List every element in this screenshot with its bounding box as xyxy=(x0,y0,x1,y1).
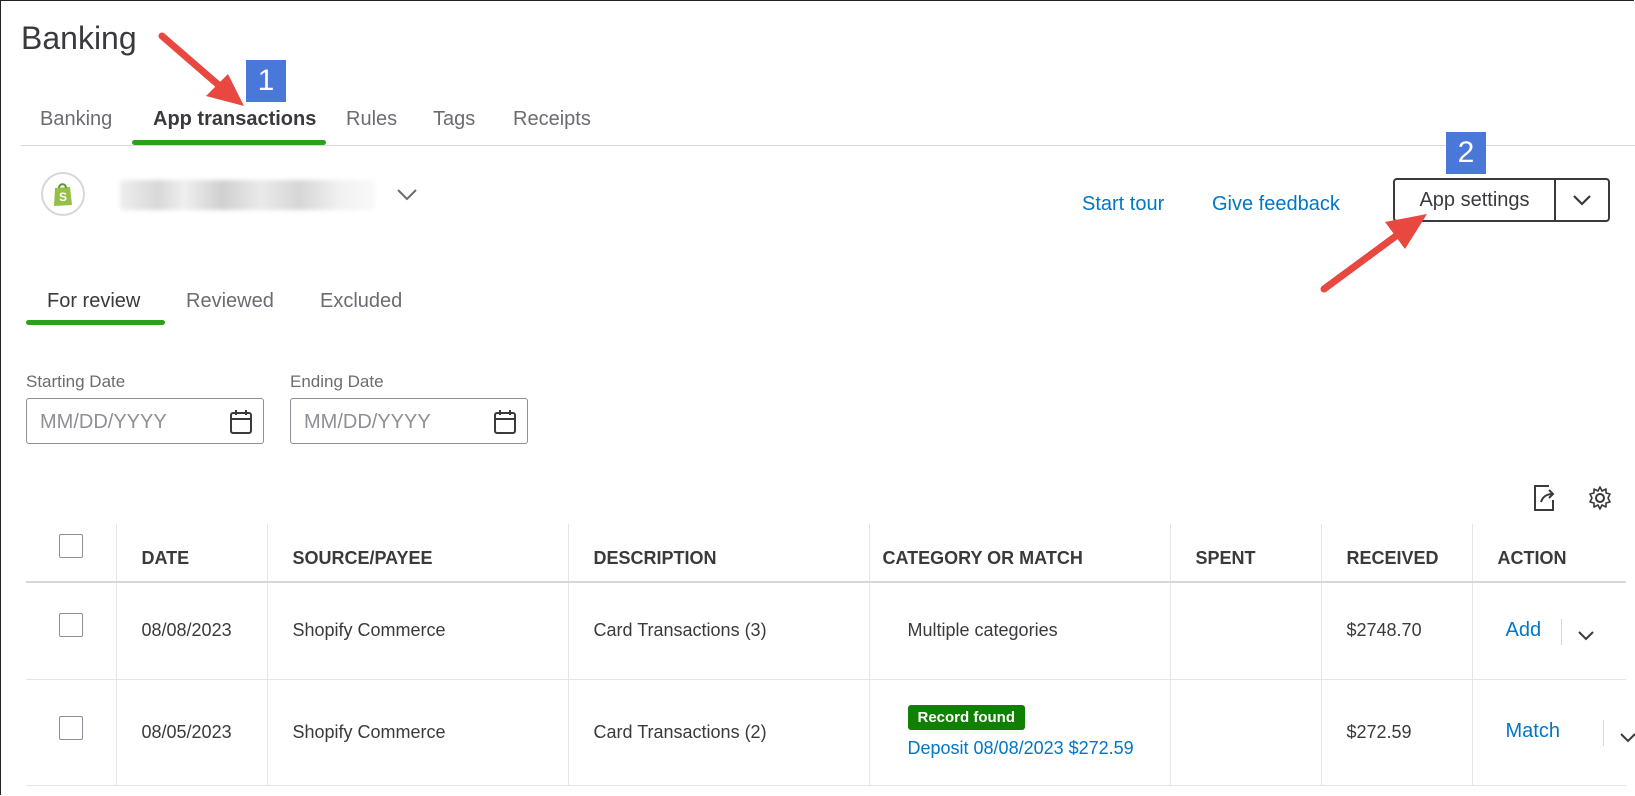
date-cell: 08/08/2023 xyxy=(115,582,267,680)
column-header-category-or-match[interactable]: CATEGORY OR MATCH xyxy=(868,524,1170,583)
payee-cell: Shopify Commerce xyxy=(266,582,568,680)
chevron-down-icon[interactable] xyxy=(1619,727,1635,748)
row-select-cell xyxy=(26,679,116,786)
row-checkbox[interactable] xyxy=(58,715,83,740)
active-tab-indicator xyxy=(132,140,326,145)
tab-banking[interactable]: Banking xyxy=(40,108,112,131)
action-divider xyxy=(1602,719,1604,746)
calendar-icon[interactable] xyxy=(493,409,517,440)
ending-date-input[interactable] xyxy=(302,410,486,435)
subtab-reviewed[interactable]: Reviewed xyxy=(186,290,274,313)
starting-date-label: Starting Date xyxy=(26,372,126,391)
account-chevron-down-icon[interactable] xyxy=(396,188,418,207)
spent-cell xyxy=(1169,679,1321,786)
table-row[interactable]: 08/05/2023 Shopify Commerce Card Transac… xyxy=(26,679,1635,786)
page-title: Banking xyxy=(21,20,137,56)
action-divider xyxy=(1560,619,1562,645)
select-all-checkbox[interactable] xyxy=(58,534,83,558)
category-cell[interactable]: Multiple categories xyxy=(868,582,1170,680)
top-tab-bar: Banking App transactions Rules Tags Rece… xyxy=(21,100,1635,146)
row-select-cell xyxy=(26,582,116,680)
chevron-down-icon[interactable] xyxy=(1577,625,1595,646)
gear-icon[interactable] xyxy=(1586,484,1614,512)
received-cell: $272.59 xyxy=(1320,679,1472,786)
export-icon[interactable] xyxy=(1530,484,1558,512)
description-cell: Card Transactions (3) xyxy=(567,582,869,680)
table-row[interactable]: 08/08/2023 Shopify Commerce Card Transac… xyxy=(26,582,1626,680)
received-cell: $2748.70 xyxy=(1320,582,1472,680)
app-settings-dropdown-button[interactable] xyxy=(1554,178,1610,222)
give-feedback-link[interactable]: Give feedback xyxy=(1212,193,1340,216)
column-header-description[interactable]: DESCRIPTION xyxy=(567,524,869,583)
column-header-received[interactable]: RECEIVED xyxy=(1320,524,1472,583)
spent-cell xyxy=(1169,582,1321,680)
category-cell: Record found Deposit 08/08/2023 $272.59 xyxy=(868,679,1170,786)
action-cell: Match xyxy=(1471,679,1635,786)
starting-date-field[interactable] xyxy=(26,398,264,444)
svg-text:S: S xyxy=(59,190,67,204)
action-cell: Add xyxy=(1471,582,1626,680)
ending-date-label: Ending Date xyxy=(290,372,384,391)
starting-date-input[interactable] xyxy=(38,410,222,435)
chevron-down-icon xyxy=(1573,195,1591,206)
annotation-arrow-1 xyxy=(158,32,244,106)
column-header-action: ACTION xyxy=(1471,524,1626,583)
add-button[interactable]: Add xyxy=(1506,619,1542,642)
payee-cell: Shopify Commerce xyxy=(266,679,568,786)
tab-receipts[interactable]: Receipts xyxy=(513,108,591,131)
table-header-row: DATE SOURCE/PAYEE DESCRIPTION CATEGORY O… xyxy=(26,524,1626,583)
date-cell: 08/05/2023 xyxy=(115,679,267,786)
subtab-for-review[interactable]: For review xyxy=(47,290,140,313)
select-all-cell xyxy=(26,524,116,583)
row-checkbox[interactable] xyxy=(58,613,83,638)
subtab-excluded[interactable]: Excluded xyxy=(320,290,402,313)
annotation-badge-1: 1 xyxy=(246,60,286,102)
record-found-badge: Record found xyxy=(907,705,1025,730)
active-subtab-indicator xyxy=(26,320,165,325)
app-settings-button[interactable]: App settings xyxy=(1393,178,1556,222)
column-header-spent[interactable]: SPENT xyxy=(1169,524,1321,583)
shopify-bag-icon[interactable]: S xyxy=(41,172,85,216)
annotation-arrow-2 xyxy=(1320,214,1427,293)
tab-tags[interactable]: Tags xyxy=(433,108,475,131)
annotation-badge-2: 2 xyxy=(1446,132,1486,174)
calendar-icon[interactable] xyxy=(229,409,253,440)
tab-rules[interactable]: Rules xyxy=(346,108,397,131)
column-header-source-payee[interactable]: SOURCE/PAYEE xyxy=(266,524,568,583)
account-name-redacted[interactable] xyxy=(120,180,376,210)
ending-date-field[interactable] xyxy=(290,398,528,444)
column-header-date[interactable]: DATE xyxy=(115,524,267,583)
start-tour-link[interactable]: Start tour xyxy=(1082,193,1164,216)
description-cell: Card Transactions (2) xyxy=(567,679,869,786)
transactions-table: DATE SOURCE/PAYEE DESCRIPTION CATEGORY O… xyxy=(26,524,1635,786)
match-button[interactable]: Match xyxy=(1506,720,1560,743)
match-record-link[interactable]: Deposit 08/08/2023 $272.59 xyxy=(908,738,1170,759)
tab-app-transactions[interactable]: App transactions xyxy=(153,108,316,131)
